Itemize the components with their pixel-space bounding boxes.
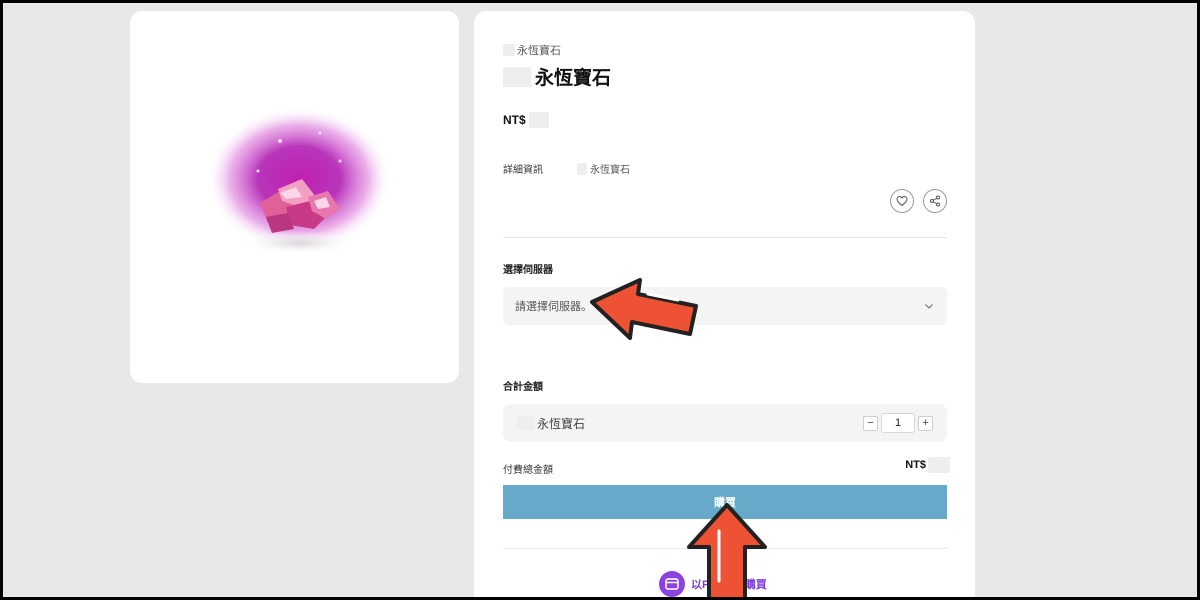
detail-value-text: 永恆寶石 [590,165,630,176]
share-button[interactable] [923,189,947,213]
quantity-stepper: − 1 + [863,413,933,433]
product-price: NT$ [503,112,549,128]
redacted-block [503,44,515,56]
page-title-text: 永恆寶石 [535,68,612,89]
redacted-block [503,66,531,87]
redacted-block [928,457,950,473]
redacted-block [517,416,534,430]
favorite-button[interactable] [890,189,914,213]
price-prefix: NT$ [503,113,526,127]
breadcrumb[interactable]: 永恆寶石 [503,42,561,58]
increase-button[interactable]: + [918,415,933,431]
chevron-down-icon [925,304,933,309]
divider [503,237,947,238]
server-section-label: 選擇伺服器 [503,265,553,276]
item-name-text: 永恆寶石 [537,416,586,431]
annotation-arrow-left-icon [590,278,698,340]
total-section-label: 合計金額 [503,382,543,393]
item-name: 永恆寶石 [517,415,585,432]
total-label: 付費總金額 [503,465,553,476]
total-prefix: NT$ [905,459,926,471]
share-icon [930,195,940,207]
heart-icon [896,195,908,207]
redacted-block [577,162,587,175]
breadcrumb-label: 永恆寶石 [517,45,561,57]
detail-label: 詳細資訊 [503,165,543,176]
server-select-placeholder: 請選擇伺服器。 [515,301,592,313]
quantity-value[interactable]: 1 [881,413,915,433]
app-icon [659,571,685,597]
total-value: NT$ [905,457,950,473]
card-icon [665,578,679,590]
product-image-card [130,11,459,383]
quantity-row: 永恆寶石 − 1 + [503,404,947,442]
gem-image [207,107,391,255]
annotation-arrow-up-icon [687,503,767,597]
redacted-block [528,112,549,128]
detail-value: 永恆寶石 [577,161,630,176]
decrease-button[interactable]: − [863,415,878,431]
page-background: 永恆寶石 永恆寶石 NT$ 詳細資訊 永恆寶石 選擇伺服器 請選擇伺服器。 合計… [3,3,1197,597]
page-title: 永恆寶石 [503,63,611,90]
server-select[interactable]: 請選擇伺服器。 [503,287,947,325]
